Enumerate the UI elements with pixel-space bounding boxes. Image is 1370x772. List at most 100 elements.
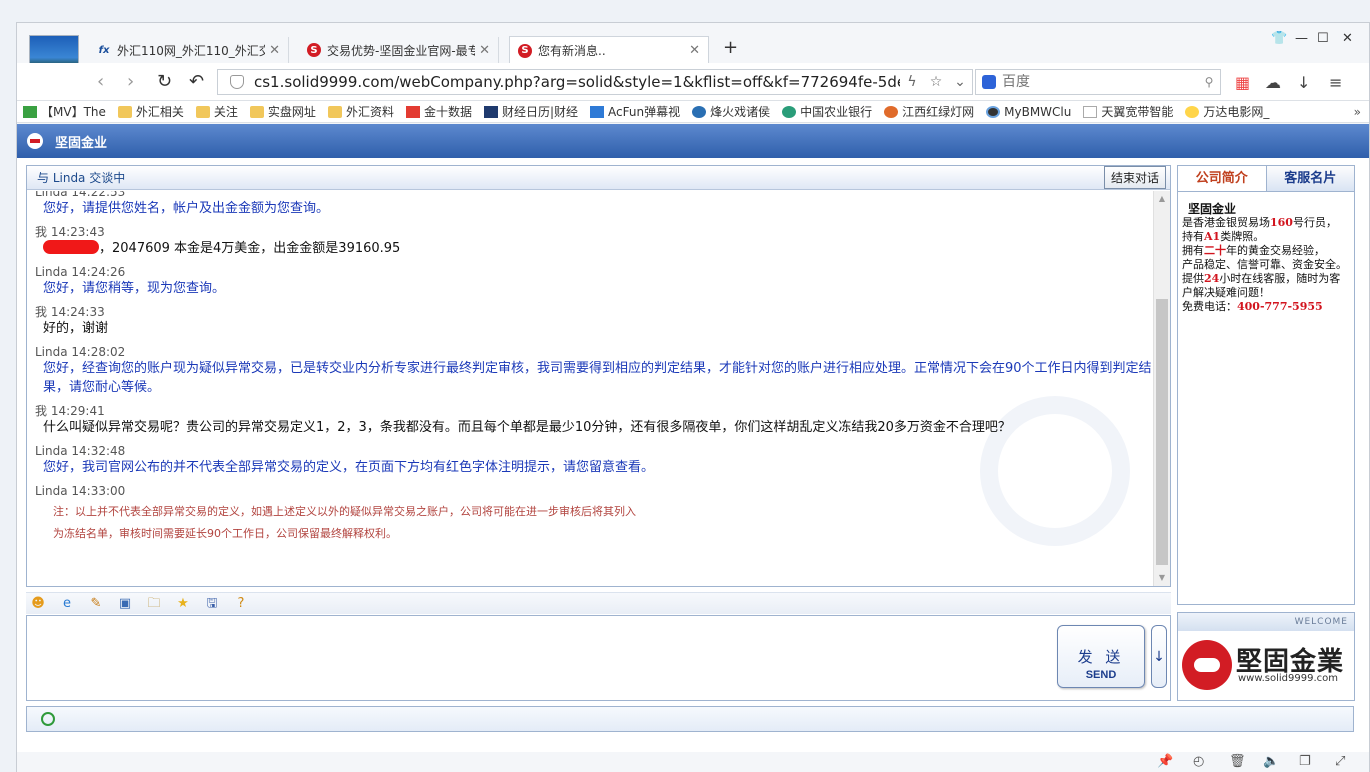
message-sender: Linda 14:22:53 — [35, 191, 126, 199]
bookmark-label: 关注 — [213, 105, 238, 119]
search-box[interactable]: ⚲ — [975, 69, 1221, 95]
send-button[interactable]: 发 送 SEND — [1057, 625, 1145, 688]
bookmark-item[interactable]: 金十数据 — [405, 103, 472, 120]
save-icon[interactable]: 🖫 — [204, 596, 220, 612]
page-header: 坚固金业 — [17, 124, 1369, 158]
search-input[interactable] — [1002, 74, 1198, 90]
bookmark-item[interactable]: 中国农业银行 — [782, 103, 872, 120]
refresh-icon[interactable] — [41, 712, 55, 726]
new-tab-icon[interactable]: + — [723, 37, 738, 58]
message-text: ，2047609 本金是4万美金，出金金额是39160.95 — [35, 239, 1153, 258]
apps-icon[interactable]: ▦ — [1235, 73, 1250, 92]
close-icon[interactable]: ✕ — [689, 43, 700, 58]
bookmark-label: 金十数据 — [423, 105, 472, 119]
bookmark-folder[interactable]: 关注 — [195, 103, 238, 120]
intro-line: 拥有二十年的黄金交易经验， — [1182, 244, 1325, 257]
message-text: 您好，经查询您的账户现为疑似异常交易，已是转交业内分析专家进行最终判定审核，我司… — [43, 361, 1152, 395]
message-sender: 我 14:24:33 — [35, 305, 105, 319]
baidu-icon — [982, 75, 996, 89]
bookmark-item[interactable]: 烽火戏诸侯 — [692, 103, 770, 120]
bookmark-folder[interactable]: 外汇资料 — [327, 103, 394, 120]
screenshot-icon[interactable]: ▣ — [117, 596, 133, 612]
bookmark-label: 天翼宽带智能 — [1101, 105, 1174, 119]
chat-message: Linda 14:28:02 您好，经查询您的账户现为疑似异常交易，已是转交业内… — [35, 345, 1153, 397]
bookmark-label: MyBMWClu — [1004, 104, 1072, 119]
search-icon[interactable]: ⚲ — [1198, 75, 1220, 89]
undo-icon[interactable]: ↶ — [189, 71, 204, 92]
scroll-down-icon[interactable]: ▼ — [1154, 570, 1170, 586]
download-icon[interactable]: ↓ — [1297, 73, 1310, 92]
navigation-bar: ‹ › ↻ ↶ cs1.solid9999.com/webCompany.php… — [17, 63, 1369, 101]
message-text-body: ，2047609 本金是4万美金，出金金额是39160.95 — [99, 241, 401, 256]
volume-icon[interactable]: 🔈 — [1263, 754, 1279, 769]
window-close-icon[interactable]: ✕ — [1342, 31, 1353, 46]
folder-icon — [195, 105, 210, 118]
bookmarks-more-icon[interactable]: » — [1354, 105, 1361, 119]
cloud-icon[interactable]: ☁ — [1265, 73, 1281, 92]
message-input[interactable] — [27, 616, 1052, 700]
browser-icon[interactable]: e — [59, 596, 75, 612]
bookmark-item[interactable]: 江西红绿灯网 — [884, 103, 974, 120]
bookmark-label: 江西红绿灯网 — [902, 105, 975, 119]
message-text: 什么叫疑似异常交易呢？贵公司的异常交易定义1，2，3，条我都没有。而且每个单都是… — [43, 420, 1011, 435]
shield-icon — [230, 75, 244, 89]
solid-logo-icon: S — [518, 43, 532, 58]
bookmark-item[interactable]: 万达电影网_ — [1185, 103, 1269, 120]
favorite-star-icon[interactable]: ★ — [175, 596, 191, 612]
bookmark-item[interactable]: 【MV】The — [23, 103, 106, 120]
tab-service-card[interactable]: 客服名片 — [1266, 166, 1354, 191]
zoom-icon[interactable]: ⤢ — [1335, 754, 1345, 769]
back-icon[interactable]: ‹ — [97, 71, 104, 92]
bookmark-item[interactable]: 天翼宽带智能 — [1083, 103, 1173, 120]
tab-fx110[interactable]: fx 外汇110网_外汇110_外汇交易 ✕ — [89, 37, 289, 63]
address-bar[interactable]: cs1.solid9999.com/webCompany.php?arg=sol… — [217, 69, 973, 95]
minimize-icon[interactable]: — — [1295, 31, 1308, 46]
chat-scrollbar[interactable]: ▲ ▼ — [1153, 191, 1170, 586]
end-chat-button[interactable]: 结束对话 — [1103, 166, 1166, 189]
tab-new-message[interactable]: S 您有新消息.. ✕ — [509, 36, 709, 64]
side-panel: 公司简介 客服名片 坚固金业 是香港金银贸易场160号行员， 持有A1类牌照。 … — [1177, 165, 1355, 605]
side-tabs: 公司简介 客服名片 — [1178, 166, 1354, 192]
menu-icon[interactable]: ≡ — [1329, 73, 1342, 92]
forward-icon[interactable]: › — [127, 71, 134, 92]
scroll-up-icon[interactable]: ▲ — [1154, 191, 1170, 207]
bookmark-folder[interactable]: 实盘网址 — [249, 103, 316, 120]
reload-icon[interactable]: ↻ — [157, 71, 172, 92]
chat-message: 我 14:23:43 ，2047609 本金是4万美金，出金金额是39160.9… — [35, 225, 1153, 258]
intro-line: 产品稳定、信誉可靠、资金安全。 — [1182, 258, 1347, 271]
chevron-down-icon[interactable]: ⌄ — [948, 74, 972, 90]
solid-logo-icon — [1182, 640, 1232, 690]
folder-icon[interactable]: 🗀 — [146, 596, 162, 612]
window-icon[interactable]: ❐ — [1299, 754, 1311, 769]
message-sender: Linda 14:24:26 — [35, 265, 126, 279]
close-icon[interactable]: ✕ — [269, 43, 280, 58]
tab-solid-advantage[interactable]: S 交易优势-坚固金业官网-最专业 ✕ — [299, 37, 499, 63]
bookmark-item[interactable]: AcFun弹幕视 — [590, 103, 680, 120]
bookmark-label: 实盘网址 — [267, 105, 316, 119]
tab-company-intro[interactable]: 公司简介 — [1178, 166, 1267, 191]
calendar-icon — [483, 105, 498, 118]
input-scroll-icon[interactable]: ↓ — [1151, 625, 1167, 688]
shirt-icon[interactable]: 👕 — [1271, 31, 1287, 46]
maximize-icon[interactable]: ☐ — [1317, 31, 1329, 46]
lightning-icon[interactable]: ϟ — [900, 74, 924, 90]
emoji-icon[interactable]: ☻ — [30, 596, 46, 612]
trash-icon[interactable]: 🗑 — [1229, 754, 1246, 769]
send-label-en: SEND — [1085, 669, 1117, 681]
bookmark-item[interactable]: MyBMWClu — [986, 105, 1071, 119]
message-text: 您好，请提供您姓名，帐户及出金金额为您查询。 — [43, 201, 330, 216]
close-icon[interactable]: ✕ — [479, 43, 490, 58]
scroll-thumb[interactable] — [1156, 299, 1168, 565]
help-icon[interactable]: ? — [233, 596, 249, 612]
edit-icon[interactable]: ✎ — [88, 596, 104, 612]
notice-text: 注：以上并不代表全部异常交易的定义，如遇上述定义以外的疑似异常交易之账户，公司将… — [53, 505, 636, 518]
star-icon[interactable]: ☆ — [924, 74, 948, 90]
browser-window: fx 外汇110网_外汇110_外汇交易 ✕ S 交易优势-坚固金业官网-最专业… — [16, 22, 1370, 772]
speed-icon[interactable]: ◴ — [1193, 754, 1204, 769]
url-text[interactable]: cs1.solid9999.com/webCompany.php?arg=sol… — [254, 73, 900, 91]
bookmark-item[interactable]: 财经日历|财经 — [483, 103, 578, 120]
message-sender: Linda 14:32:48 — [35, 444, 126, 458]
bookmarks-bar: 【MV】The 外汇相关 关注 实盘网址 外汇资料 金十数据 财经日历|财经 A… — [17, 101, 1369, 123]
pin-icon[interactable]: 📌 — [1157, 754, 1173, 769]
bookmark-folder[interactable]: 外汇相关 — [117, 103, 184, 120]
